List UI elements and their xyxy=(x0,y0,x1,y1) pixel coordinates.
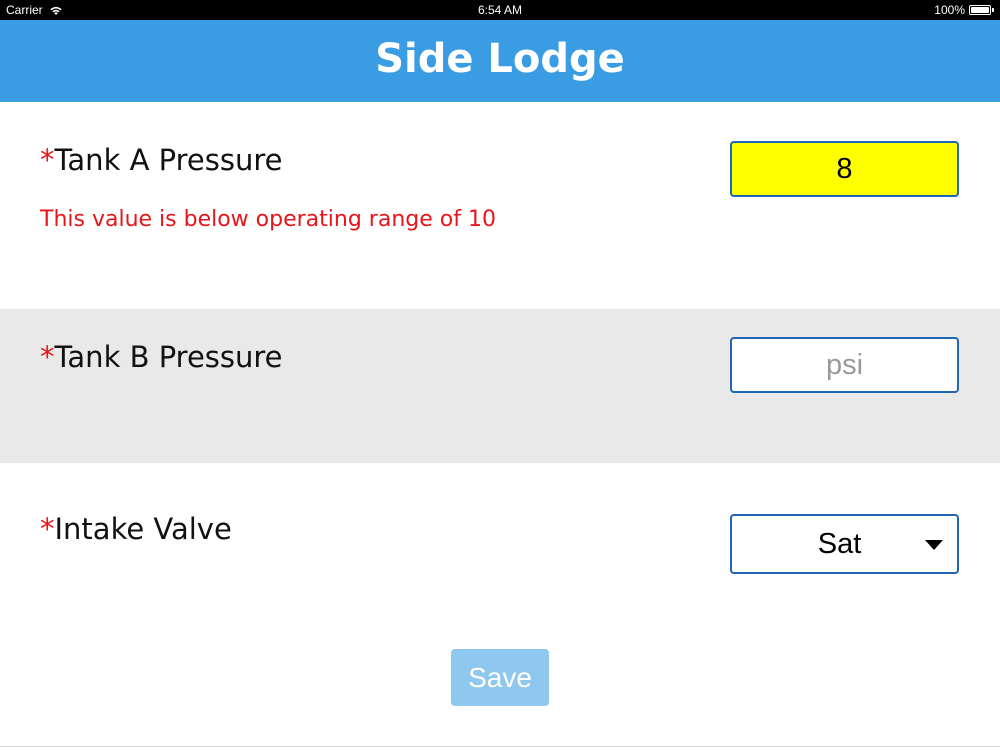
tank-b-label-text: Tank B Pressure xyxy=(54,340,283,374)
bottom-divider xyxy=(0,746,1000,747)
intake-valve-selected-value: Sat xyxy=(817,528,862,560)
tank-b-row: *Tank B Pressure xyxy=(0,309,1000,463)
battery-nub xyxy=(992,8,994,12)
intake-valve-row: *Intake Valve Sat Save xyxy=(0,463,1000,750)
tank-a-label-text: Tank A Pressure xyxy=(54,143,283,177)
battery-icon xyxy=(969,5,991,15)
dropdown-caret-icon xyxy=(925,540,943,550)
required-marker: * xyxy=(40,143,55,177)
tank-b-pressure-input[interactable] xyxy=(730,337,959,393)
tank-b-label: *Tank B Pressure xyxy=(40,340,283,374)
tank-a-pressure-input[interactable] xyxy=(730,141,959,197)
intake-valve-label-text: Intake Valve xyxy=(54,512,232,546)
tank-a-label: *Tank A Pressure xyxy=(40,143,282,177)
battery-group: 100% xyxy=(934,3,994,17)
intake-valve-select[interactable]: Sat xyxy=(730,514,959,574)
battery-percent: 100% xyxy=(934,3,965,17)
required-marker: * xyxy=(40,340,55,374)
clock: 6:54 AM xyxy=(477,3,523,17)
save-button[interactable]: Save xyxy=(451,649,549,706)
required-marker: * xyxy=(40,512,55,546)
intake-valve-label: *Intake Valve xyxy=(40,512,232,546)
page-title: Side Lodge xyxy=(375,36,625,82)
status-bar: Carrier 6:54 AM 100% xyxy=(0,0,1000,20)
tank-a-row: *Tank A Pressure This value is below ope… xyxy=(0,102,1000,309)
tank-a-error-message: This value is below operating range of 1… xyxy=(40,207,496,232)
navigation-bar: Side Lodge xyxy=(0,20,1000,102)
